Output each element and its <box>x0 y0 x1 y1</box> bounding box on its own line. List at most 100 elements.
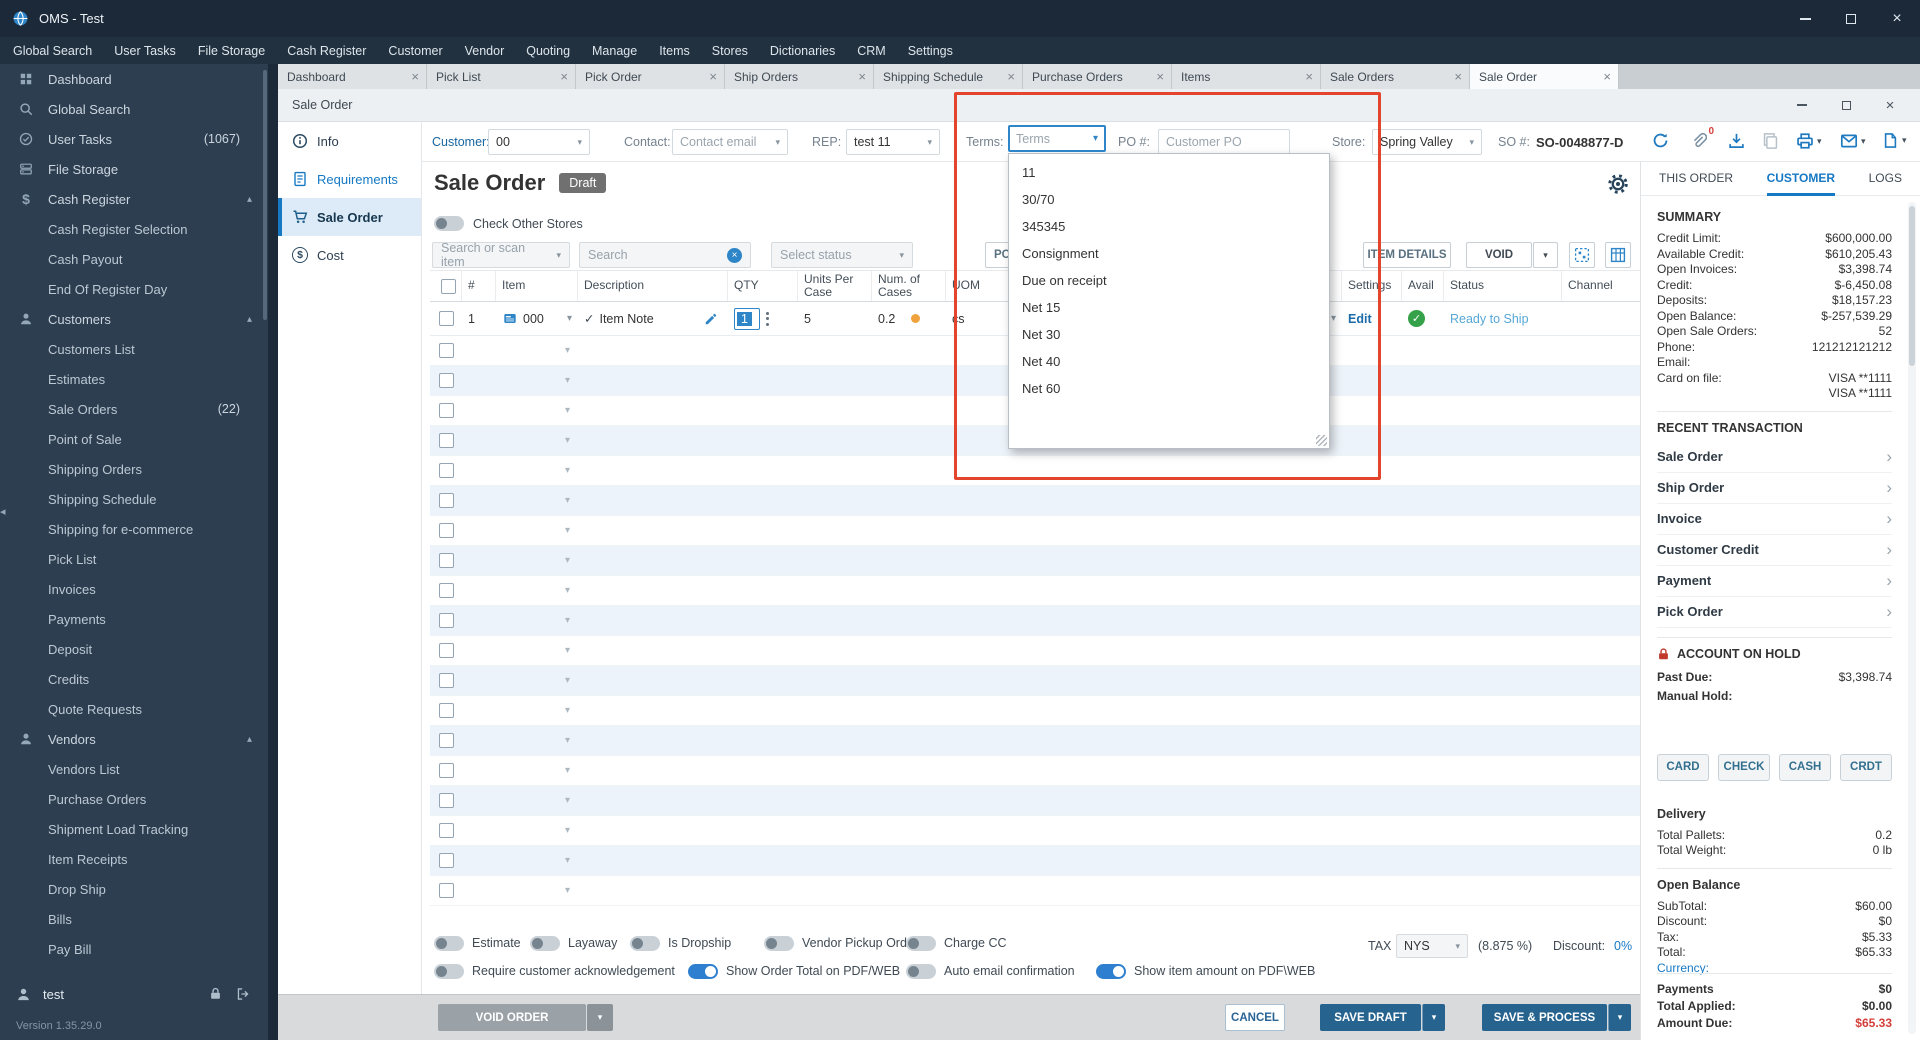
tab-logs[interactable]: LOGS <box>1869 162 1902 196</box>
sidebar-item-pay-bill[interactable]: Pay Bill <box>0 934 268 964</box>
recent-customer-credit[interactable]: Customer Credit › <box>1657 535 1892 566</box>
tab-close-icon[interactable]: × <box>1305 69 1313 84</box>
toggle-switch[interactable] <box>434 216 464 231</box>
terms-option[interactable]: Consignment <box>1009 240 1329 267</box>
col-qty[interactable]: QTY <box>728 271 798 301</box>
cancel-button[interactable]: CANCEL <box>1225 1004 1285 1031</box>
item-select-chevron-icon[interactable]: ▾ <box>565 735 578 746</box>
toggle-switch[interactable] <box>764 935 794 951</box>
toggle-switch[interactable] <box>530 935 560 951</box>
item-select-chevron-icon[interactable]: ▾ <box>565 765 578 776</box>
inner-restore-button[interactable] <box>1824 89 1868 122</box>
menu-dictionaries[interactable]: Dictionaries <box>759 44 846 58</box>
toggle-show-order-total[interactable]: Show Order Total on PDF/WEB <box>688 960 900 982</box>
void-order-dropdown-button[interactable]: ▾ <box>587 1004 613 1031</box>
menu-settings[interactable]: Settings <box>897 44 964 58</box>
subnav-requirements[interactable]: Requirements <box>278 160 421 198</box>
terms-option[interactable]: 345345 <box>1009 213 1329 240</box>
cell-description[interactable]: ✓ Item Note <box>578 311 728 326</box>
item-select-chevron-icon[interactable]: ▾ <box>565 825 578 836</box>
clear-search-icon[interactable]: × <box>727 247 742 263</box>
menu-user-tasks[interactable]: User Tasks <box>103 44 187 58</box>
item-select-chevron-icon[interactable]: ▾ <box>565 795 578 806</box>
chevron-up-icon[interactable]: ▴ <box>247 314 252 325</box>
panel-scrollbar[interactable] <box>1908 202 1916 1034</box>
sidebar-item-pick-list[interactable]: Pick List <box>0 544 268 574</box>
void-dropdown-button[interactable]: ▾ <box>1533 242 1558 268</box>
col-num[interactable]: # <box>462 271 496 301</box>
terms-option[interactable]: Net 60 <box>1009 375 1329 402</box>
sidebar-item-dashboard[interactable]: Dashboard <box>0 64 268 94</box>
tab-ship-orders[interactable]: Ship Orders × <box>725 64 874 89</box>
toggle-switch[interactable] <box>434 963 464 979</box>
tab-shipping-schedule[interactable]: Shipping Schedule × <box>874 64 1023 89</box>
terms-option[interactable]: Net 40 <box>1009 348 1329 375</box>
col-item[interactable]: Item <box>496 271 578 301</box>
row-checkbox[interactable] <box>438 673 454 688</box>
tab-close-icon[interactable]: × <box>1603 69 1611 84</box>
row-checkbox[interactable] <box>438 311 454 326</box>
row-checkbox[interactable] <box>438 403 454 418</box>
sidebar-item-customers[interactable]: Customers ▴ <box>0 304 268 334</box>
row-menu-icon[interactable] <box>766 311 769 326</box>
col-num-cases[interactable]: Num. of Cases <box>872 271 946 301</box>
tab-sale-orders[interactable]: Sale Orders × <box>1321 64 1470 89</box>
resize-grip-icon[interactable] <box>1316 435 1327 446</box>
col-uom[interactable]: UOM <box>946 271 1012 301</box>
qty-input[interactable]: 1 <box>734 307 760 330</box>
select-all-checkbox[interactable] <box>441 278 456 294</box>
row-checkbox[interactable] <box>438 793 454 808</box>
menu-file-storage[interactable]: File Storage <box>187 44 276 58</box>
crdt-button[interactable]: CRDT <box>1840 753 1892 781</box>
tab-close-icon[interactable]: × <box>411 69 419 84</box>
copy-icon[interactable] <box>1762 132 1779 149</box>
status-filter-select[interactable]: Select status ▾ <box>771 242 913 268</box>
terms-option[interactable]: Net 15 <box>1009 294 1329 321</box>
sidebar-item-sale-orders[interactable]: Sale Orders (22) <box>0 394 268 424</box>
sidebar-item-cash-register[interactable]: $ Cash Register ▴ <box>0 184 268 214</box>
item-select-chevron-icon[interactable]: ▾ <box>565 525 578 536</box>
toggle-is-dropship[interactable]: Is Dropship <box>630 932 731 954</box>
menu-vendor[interactable]: Vendor <box>454 44 516 58</box>
toggle-auto-email[interactable]: Auto email confirmation <box>906 960 1075 982</box>
row-checkbox[interactable] <box>438 823 454 838</box>
sidebar-item-vendors-list[interactable]: Vendors List <box>0 754 268 784</box>
subnav-info[interactable]: Info <box>278 122 421 160</box>
toggle-vendor-pickup[interactable]: Vendor Pickup Order <box>764 932 918 954</box>
email-icon[interactable]: ▾ <box>1840 132 1866 150</box>
tab-close-icon[interactable]: × <box>709 69 717 84</box>
sidebar-item-purchase-orders[interactable]: Purchase Orders <box>0 784 268 814</box>
window-close-button[interactable]: × <box>1874 0 1920 37</box>
tab-close-icon[interactable]: × <box>1007 69 1015 84</box>
item-select-chevron-icon[interactable]: ▾ <box>565 675 578 686</box>
cell-item[interactable]: 000 ▾ <box>496 312 578 326</box>
col-units-per-case[interactable]: Units Per Case <box>798 271 872 301</box>
sidebar-item-item-receipts[interactable]: Item Receipts <box>0 844 268 874</box>
attachments-icon[interactable]: 0 <box>1690 126 1714 149</box>
table-columns-icon[interactable] <box>1605 242 1631 268</box>
item-select-chevron-icon[interactable]: ▾ <box>565 435 578 446</box>
row-checkbox[interactable] <box>438 433 454 448</box>
void-button[interactable]: VOID <box>1466 242 1532 268</box>
sidebar-item-credits[interactable]: Credits <box>0 664 268 694</box>
col-settings[interactable]: Settings <box>1342 271 1402 301</box>
row-checkbox[interactable] <box>438 883 454 898</box>
recent-sale-order[interactable]: Sale Order › <box>1657 442 1892 473</box>
item-select-chevron-icon[interactable]: ▾ <box>565 705 578 716</box>
tab-customer[interactable]: CUSTOMER <box>1766 162 1836 196</box>
gear-icon[interactable] <box>1608 174 1628 194</box>
sidebar-collapse-icon[interactable]: ◂ <box>0 505 6 518</box>
menu-customer[interactable]: Customer <box>377 44 453 58</box>
col-description[interactable]: Description <box>578 271 728 301</box>
cell-qty[interactable]: 1 <box>728 307 798 330</box>
menu-quoting[interactable]: Quoting <box>515 44 581 58</box>
toggle-switch[interactable] <box>906 963 936 979</box>
tab-purchase-orders[interactable]: Purchase Orders × <box>1023 64 1172 89</box>
recent-payment[interactable]: Payment › <box>1657 566 1892 597</box>
toggle-show-item-amount[interactable]: Show item amount on PDF\WEB <box>1096 960 1315 982</box>
item-select-chevron-icon[interactable]: ▾ <box>565 885 578 896</box>
refresh-icon[interactable] <box>1652 132 1669 149</box>
sidebar-item-drop-ship[interactable]: Drop Ship <box>0 874 268 904</box>
sidebar-item-point-of-sale[interactable]: Point of Sale <box>0 424 268 454</box>
check-other-stores-toggle[interactable]: Check Other Stores <box>434 216 583 231</box>
